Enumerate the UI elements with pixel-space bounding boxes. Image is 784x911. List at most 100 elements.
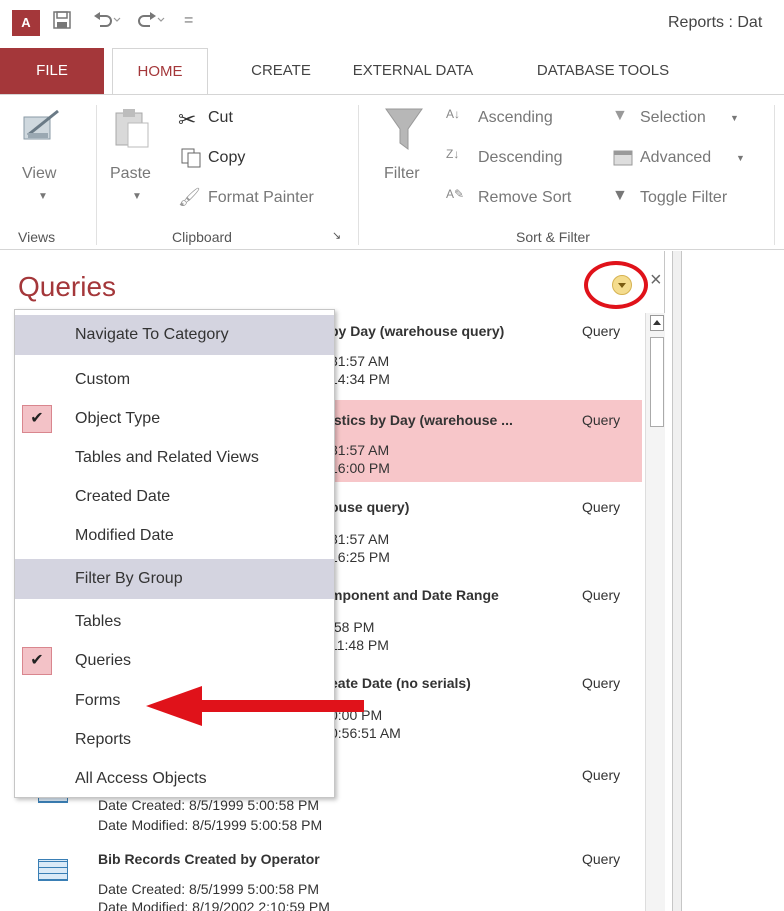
cut-icon[interactable]: ✂: [178, 107, 196, 133]
selection-icon[interactable]: ▼: [612, 107, 628, 125]
advanced-dropdown-icon[interactable]: ▼: [736, 153, 745, 163]
menu-item-label: Object Type: [75, 410, 161, 427]
query-type: Query: [582, 587, 621, 603]
menu-item-label: Forms: [75, 692, 121, 709]
checkmark-icon: ✔: [22, 647, 52, 675]
menu-header-navigate: Navigate To Category: [15, 315, 334, 355]
paste-icon[interactable]: [112, 107, 152, 154]
list-item[interactable]: Bib Records Created by Operator Query Da…: [14, 845, 642, 911]
redo-icon[interactable]: [136, 10, 166, 35]
checkmark-icon: ✔: [22, 405, 52, 433]
cut-button[interactable]: Cut: [208, 109, 233, 127]
scroll-up-icon[interactable]: [650, 315, 664, 331]
group-label-views: Views: [18, 229, 56, 245]
tab-create[interactable]: CREATE: [236, 48, 326, 94]
menu-item-tables[interactable]: Tables: [15, 602, 334, 642]
menu-item-label: Tables: [75, 613, 122, 630]
menu-item-modified-date[interactable]: Modified Date: [15, 516, 334, 556]
menu-item-queries[interactable]: ✔ Queries: [15, 641, 334, 681]
window-title: Reports : Dat: [668, 14, 763, 31]
menu-header-filter: Filter By Group: [15, 559, 334, 599]
toggle-filter-button[interactable]: Toggle Filter: [640, 189, 727, 207]
ribbon: View ▼ Views Paste ▼ ✂ Cut Copy 🖌 Format…: [0, 94, 784, 250]
query-created: 31:57 AM: [330, 531, 390, 547]
customize-quick-access-icon[interactable]: =: [184, 12, 193, 30]
menu-item-reports[interactable]: Reports: [15, 720, 334, 760]
close-icon[interactable]: ×: [650, 269, 662, 292]
selection-button[interactable]: Selection: [640, 109, 706, 127]
format-painter-icon[interactable]: 🖌: [178, 187, 201, 208]
query-type: Query: [582, 675, 621, 691]
save-icon[interactable]: [52, 10, 72, 35]
undo-icon[interactable]: [92, 10, 122, 35]
ascending-icon[interactable]: A↓: [446, 107, 460, 121]
ribbon-tabs: FILE HOME CREATE EXTERNAL DATA DATABASE …: [0, 48, 784, 95]
tab-database-tools[interactable]: DATABASE TOOLS: [506, 48, 700, 94]
menu-header-label: Filter By Group: [75, 570, 183, 587]
toggle-filter-icon[interactable]: ▼: [612, 187, 628, 205]
view-icon[interactable]: [22, 107, 62, 152]
menu-item-label: All Access Objects: [75, 770, 207, 787]
query-created: :58 PM: [330, 619, 375, 635]
descending-button[interactable]: Descending: [478, 149, 563, 167]
query-name: mponent and Date Range: [330, 587, 499, 603]
tab-external-data[interactable]: EXTERNAL DATA: [334, 48, 492, 94]
query-created: Date Created: 8/5/1999 5:00:58 PM: [98, 881, 320, 897]
menu-header-label: Navigate To Category: [75, 326, 229, 343]
menu-item-created-date[interactable]: Created Date: [15, 477, 334, 517]
access-logo-icon[interactable]: A: [12, 10, 40, 36]
view-dropdown-icon[interactable]: ▼: [38, 191, 48, 202]
query-modified: 16:00 PM: [330, 460, 390, 476]
filter-button[interactable]: Filter: [384, 165, 420, 183]
query-type: Query: [582, 767, 621, 783]
query-name: ouse query): [330, 499, 410, 515]
advanced-icon[interactable]: [612, 147, 634, 172]
query-modified: Date Modified: 8/5/1999 5:00:58 PM: [98, 817, 323, 833]
menu-item-label: Reports: [75, 731, 132, 748]
query-type: Query: [582, 412, 621, 428]
group-label-clipboard: Clipboard: [172, 229, 232, 245]
nav-scrollbar[interactable]: [645, 313, 665, 911]
nav-category-dropdown-icon[interactable]: [612, 275, 632, 295]
query-modified: 14:34 PM: [330, 371, 390, 387]
query-name: by Day (warehouse query): [330, 323, 505, 339]
tab-file[interactable]: FILE: [0, 48, 104, 94]
menu-item-label: Custom: [75, 371, 131, 388]
query-name: eate Date (no serials): [330, 675, 471, 691]
query-created: 31:57 AM: [330, 353, 390, 369]
copy-icon[interactable]: [180, 147, 202, 174]
query-icon: [38, 859, 68, 881]
remove-sort-icon[interactable]: A✎: [446, 187, 464, 201]
scroll-thumb[interactable]: [650, 337, 664, 427]
query-name: Bib Records Created by Operator: [98, 851, 320, 867]
menu-item-tables-related-views[interactable]: Tables and Related Views: [15, 438, 334, 478]
query-modified: 11:48 PM: [330, 637, 389, 653]
paste-button[interactable]: Paste: [110, 165, 151, 183]
remove-sort-button[interactable]: Remove Sort: [478, 189, 571, 207]
advanced-button[interactable]: Advanced: [640, 149, 711, 167]
clipboard-launcher-icon[interactable]: ↘: [332, 229, 341, 242]
tab-home[interactable]: HOME: [112, 48, 208, 95]
annotation-arrow-shaft: [200, 700, 364, 712]
menu-item-label: Created Date: [75, 488, 171, 505]
document-area: [683, 251, 784, 911]
menu-item-all-access-objects[interactable]: All Access Objects: [15, 759, 334, 799]
format-painter-button[interactable]: Format Painter: [208, 189, 314, 207]
menu-item-label: Modified Date: [75, 527, 174, 544]
query-modified: 16:25 PM: [330, 549, 390, 565]
paste-dropdown-icon[interactable]: ▼: [132, 191, 142, 202]
menu-item-custom[interactable]: Custom: [15, 360, 334, 400]
view-button[interactable]: View: [22, 165, 56, 183]
filter-icon[interactable]: [384, 107, 424, 158]
pane-splitter[interactable]: [672, 251, 682, 911]
descending-icon[interactable]: Z↓: [446, 147, 459, 161]
menu-item-object-type[interactable]: ✔ Object Type: [15, 399, 334, 439]
selection-dropdown-icon[interactable]: ▼: [730, 113, 739, 123]
group-separator: [358, 105, 359, 245]
ascending-button[interactable]: Ascending: [478, 109, 553, 127]
group-separator: [774, 105, 775, 245]
query-type: Query: [582, 323, 621, 339]
query-created: Date Created: 8/5/1999 5:00:58 PM: [98, 797, 320, 813]
copy-button[interactable]: Copy: [208, 149, 245, 167]
nav-pane-title[interactable]: Queries: [18, 271, 116, 303]
